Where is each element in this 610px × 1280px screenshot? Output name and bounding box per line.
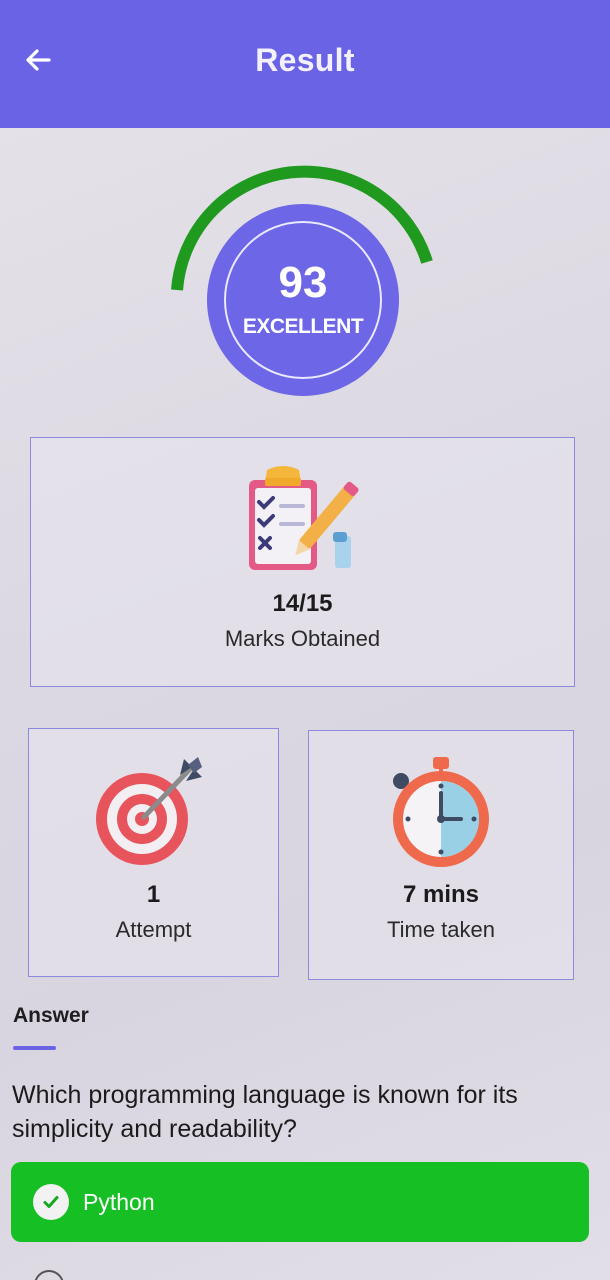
arrow-left-icon — [26, 49, 51, 71]
score-grade: EXCELLENT — [242, 315, 364, 338]
next-option-radio[interactable] — [34, 1270, 64, 1280]
score-inner-ring: 93 EXCELLENT — [224, 221, 382, 379]
stopwatch-icon — [393, 757, 489, 867]
app-bar: Result — [0, 0, 610, 128]
check-circle-icon — [33, 1184, 69, 1220]
time-label: Time taken — [386, 917, 495, 942]
page-title: Result — [255, 41, 355, 78]
correct-option-label: Python — [83, 1188, 155, 1215]
target-icon — [95, 757, 202, 865]
answer-section-label: Answer — [13, 1004, 89, 1027]
question-text: Which programming language is known for … — [12, 1081, 518, 1143]
attempt-label: Attempt — [115, 917, 192, 942]
answer-section-underline — [13, 1046, 56, 1050]
attempt-value: 1 — [146, 881, 161, 908]
marks-value: 14/15 — [272, 590, 333, 617]
score-gauge: 93 EXCELLENT — [165, 160, 445, 400]
score-circle: 93 EXCELLENT — [207, 204, 399, 396]
score-value: 93 — [278, 258, 328, 307]
time-value: 7 mins — [402, 881, 480, 908]
correct-option[interactable]: Python — [11, 1162, 589, 1242]
attempt-card: 1 Attempt — [28, 728, 279, 977]
clipboard-checklist-icon — [248, 466, 359, 570]
back-button[interactable] — [18, 40, 58, 80]
time-card: 7 mins Time taken — [308, 730, 574, 980]
marks-card: 14/15 Marks Obtained — [30, 437, 575, 687]
marks-label: Marks Obtained — [224, 626, 381, 651]
